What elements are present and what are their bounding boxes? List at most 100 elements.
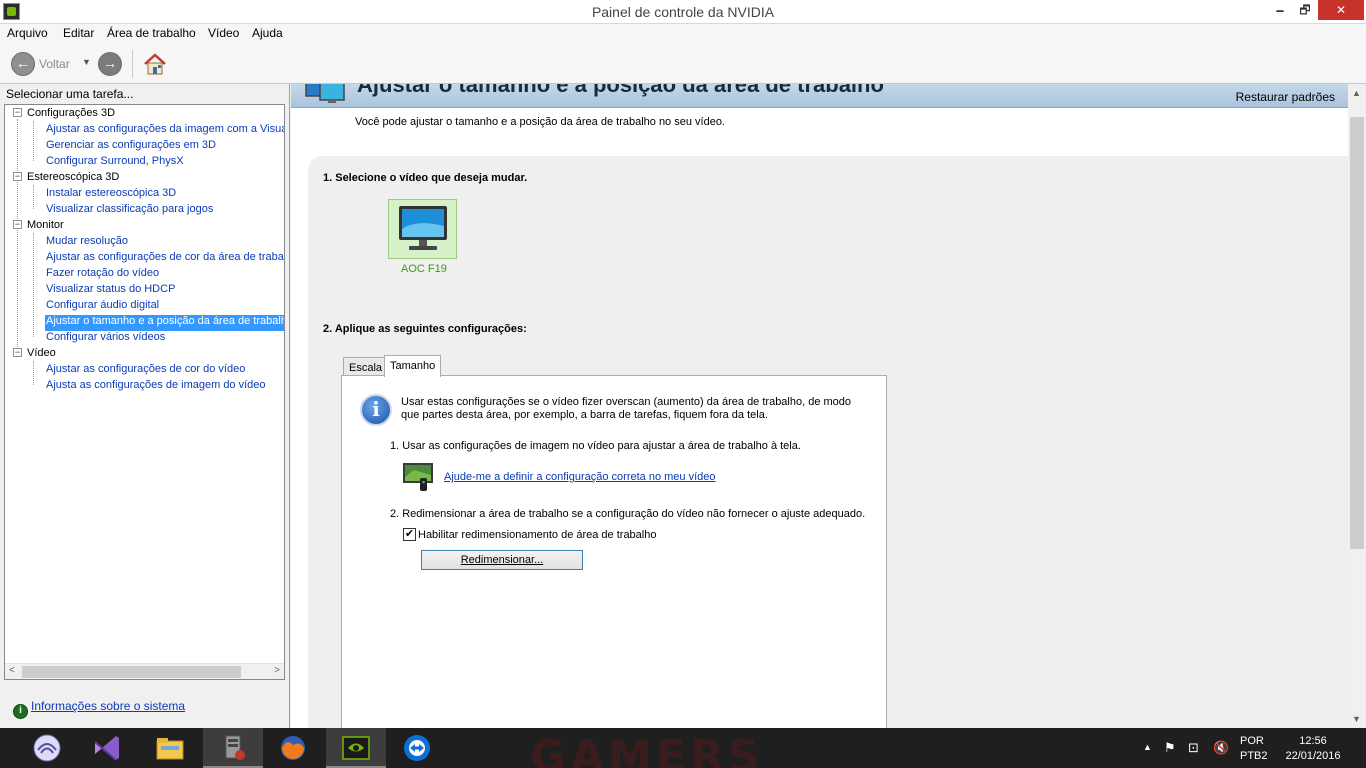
back-label[interactable]: Voltar <box>39 57 70 71</box>
enable-resize-label[interactable]: Habilitar redimensionamento de área de t… <box>418 529 656 541</box>
scroll-down-icon[interactable]: ▼ <box>1352 714 1361 724</box>
help-setup-link[interactable]: Ajude-me a definir a configuração corret… <box>444 471 716 483</box>
monitor-name[interactable]: AOC F19 <box>401 263 447 275</box>
taskbar-bittorrent[interactable] <box>17 728 77 768</box>
tree-item-desktop-size-position[interactable]: Ajustar o tamanho e a posição da área de… <box>45 315 284 331</box>
scroll-up-icon[interactable]: ▲ <box>1352 88 1361 98</box>
collapse-icon[interactable]: − <box>13 220 22 229</box>
tray-overflow-icon[interactable]: ▲ <box>1143 742 1152 768</box>
tree-category-stereo-3d[interactable]: − Estereoscópica 3D <box>13 171 119 187</box>
menu-ajuda[interactable]: Ajuda <box>252 26 283 40</box>
scroll-right-icon[interactable]: > <box>274 665 280 676</box>
collapse-icon[interactable]: − <box>13 172 22 181</box>
media-player-icon <box>225 735 245 760</box>
task-tree: − Configurações 3D Ajustar as configuraçõ… <box>4 104 285 680</box>
menu-video[interactable]: Vídeo <box>208 26 239 40</box>
tree-connector <box>33 121 34 161</box>
menu-arquivo[interactable]: Arquivo <box>7 26 48 40</box>
content-panel: Ajustar o tamanho e a posição da área de… <box>291 84 1366 728</box>
visual-studio-icon <box>94 736 119 761</box>
back-history-dropdown-icon[interactable]: ▼ <box>82 57 91 67</box>
page-title: Ajustar o tamanho e a posição da área de… <box>357 84 884 97</box>
tree-item-rotate-display[interactable]: Fazer rotação do vídeo <box>45 267 160 283</box>
enable-resize-checkbox[interactable]: ✔ <box>403 528 416 541</box>
tree-item-desktop-color[interactable]: Ajustar as configurações de cor da área … <box>45 251 284 267</box>
step1-heading: 1. Selecione o vídeo que deseja mudar. <box>323 172 528 184</box>
window-title: Painel de controle da NVIDIA <box>591 4 775 20</box>
tree-connector <box>33 233 34 337</box>
collapse-icon[interactable]: − <box>13 108 22 117</box>
tree-item-video-color[interactable]: Ajustar as configurações de cor do vídeo <box>45 363 246 379</box>
content-vertical-scrollbar[interactable]: ▲ ▼ <box>1348 84 1366 728</box>
menu-area-de-trabalho[interactable]: Área de trabalho <box>107 26 196 40</box>
tree-item-hdcp-status[interactable]: Visualizar status do HDCP <box>45 283 176 299</box>
firefox-icon <box>281 736 305 760</box>
taskbar-firefox[interactable] <box>263 728 323 768</box>
system-info: i Informações sobre o sistema <box>13 699 185 719</box>
input-language[interactable]: POR PTB2 <box>1240 734 1268 768</box>
task-panel: Selecionar uma tarefa... − Configurações … <box>0 84 290 728</box>
forward-button[interactable]: → <box>98 52 122 76</box>
task-panel-label: Selecionar uma tarefa... <box>6 87 134 101</box>
scroll-left-icon[interactable]: < <box>9 665 15 676</box>
tree-connector <box>33 185 34 209</box>
display-selector-aoc-f19[interactable] <box>388 199 457 259</box>
tab-escala[interactable]: Escala <box>343 357 389 376</box>
tree-item-change-resolution[interactable]: Mudar resolução <box>45 235 129 251</box>
tree-item-manage-3d[interactable]: Gerenciar as configurações em 3D <box>45 139 217 155</box>
tree-item-digital-audio[interactable]: Configurar áudio digital <box>45 299 160 315</box>
file-explorer-icon <box>156 738 184 760</box>
scrollbar-thumb[interactable] <box>22 666 241 678</box>
collapse-icon[interactable]: − <box>13 348 22 357</box>
tree-connector <box>17 119 18 355</box>
taskbar-nvidia[interactable] <box>326 728 386 768</box>
tree-connector <box>33 361 34 385</box>
menu-bar: Arquivo Editar Área de trabalho Vídeo Aj… <box>0 24 1366 44</box>
taskbar-file-explorer[interactable] <box>140 728 200 768</box>
close-button[interactable]: ✕ <box>1318 0 1364 20</box>
wallpaper-text: GAMERS <box>530 731 764 768</box>
taskbar-visual-studio[interactable] <box>77 728 137 768</box>
title-bar: Painel de controle da NVIDIA 🗕 🗗 ✕ <box>0 0 1366 24</box>
network-icon[interactable]: ⊡ <box>1188 740 1199 768</box>
taskbar: GAMERS ▲ ⚑ ⊡ 🔇 POR PTB2 12:56 22/01/2016 <box>0 728 1366 768</box>
taskbar-media-player[interactable] <box>203 728 263 768</box>
tree-horizontal-scrollbar[interactable]: < > <box>5 663 284 679</box>
tree-category-monitor[interactable]: − Monitor <box>13 219 64 235</box>
tamanho-tab-panel: i Usar estas configurações se o vídeo fi… <box>341 375 887 728</box>
tree-category-video[interactable]: − Vídeo <box>13 347 56 363</box>
system-clock[interactable]: 12:56 22/01/2016 <box>1283 734 1343 768</box>
minimize-button[interactable]: 🗕 <box>1266 0 1294 20</box>
tree-item-game-ratings[interactable]: Visualizar classificação para jogos <box>45 203 214 219</box>
system-info-link[interactable]: Informações sobre o sistema <box>31 699 185 713</box>
maximize-button[interactable]: 🗗 <box>1291 0 1319 20</box>
resize-button[interactable]: Redimensionar... <box>421 550 583 570</box>
bittorrent-icon <box>33 734 61 762</box>
taskbar-teamviewer[interactable] <box>387 728 447 768</box>
teamviewer-icon <box>404 735 430 761</box>
tree-item-3d-image-settings[interactable]: Ajustar as configurações da imagem com a… <box>45 123 284 139</box>
toolbar: ← Voltar ▼ → <box>0 44 1366 84</box>
tree-item-video-image[interactable]: Ajusta as configurações de imagem do víd… <box>45 379 267 395</box>
option1-text: 1. Usar as configurações de imagem no ví… <box>390 440 801 452</box>
display-wizard-icon <box>403 463 433 491</box>
monitor-icon <box>399 206 447 250</box>
menu-editar[interactable]: Editar <box>63 26 94 40</box>
action-center-flag-icon[interactable]: ⚑ <box>1164 740 1176 768</box>
displays-icon <box>305 84 345 103</box>
tree-item-surround-physx[interactable]: Configurar Surround, PhysX <box>45 155 185 171</box>
tab-tamanho[interactable]: Tamanho <box>384 355 442 377</box>
restore-defaults-link[interactable]: Restaurar padrões <box>1236 90 1335 104</box>
home-icon[interactable] <box>143 52 167 76</box>
tree-item-multiple-displays[interactable]: Configurar vários vídeos <box>45 331 166 347</box>
tree-item-install-stereo[interactable]: Instalar estereoscópica 3D <box>45 187 177 203</box>
info-icon: i <box>360 394 392 426</box>
tree-category-3d[interactable]: − Configurações 3D <box>13 107 115 123</box>
step2-heading: 2. Aplique as seguintes configurações: <box>323 323 527 335</box>
scrollbar-thumb[interactable] <box>1350 117 1364 549</box>
volume-muted-icon[interactable]: 🔇 <box>1213 740 1229 768</box>
toolbar-divider <box>132 50 133 78</box>
system-info-icon: i <box>13 704 28 719</box>
back-button[interactable]: ← <box>11 52 35 76</box>
page-banner: Ajustar o tamanho e a posição da área de… <box>291 84 1348 108</box>
